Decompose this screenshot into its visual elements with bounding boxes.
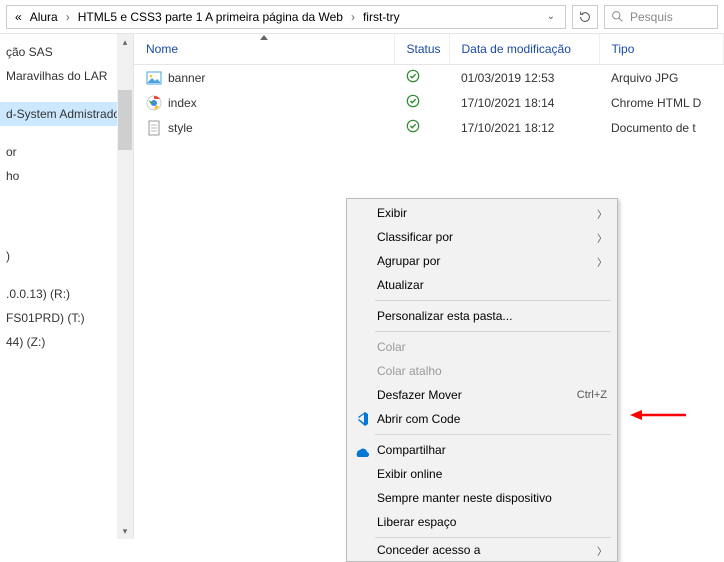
scroll-thumb[interactable] <box>118 90 132 150</box>
menu-shortcut: Ctrl+Z <box>577 389 607 401</box>
menu-item-label: Exibir online <box>377 467 442 481</box>
menu-item-label: Abrir com Code <box>377 412 460 426</box>
breadcrumb-prefix: « <box>13 10 24 24</box>
sidebar-item[interactable]: 44) (Z:) <box>0 330 117 354</box>
menu-item[interactable]: Liberar espaço <box>347 510 617 534</box>
menu-item-label: Colar <box>377 340 406 354</box>
file-date: 01/03/2019 12:53 <box>449 65 599 91</box>
file-name: style <box>168 121 193 135</box>
refresh-button[interactable] <box>572 5 598 29</box>
scrollbar[interactable]: ▴ ▾ <box>117 34 133 539</box>
menu-item[interactable]: Conceder acesso a 〉 <box>347 541 617 559</box>
menu-item[interactable]: Sempre manter neste dispositivo <box>347 486 617 510</box>
file-date: 17/10/2021 18:12 <box>449 115 599 140</box>
column-header-status[interactable]: Status <box>394 34 449 65</box>
menu-item[interactable]: Desfazer Mover Ctrl+Z <box>347 383 617 407</box>
menu-separator <box>375 300 611 301</box>
file-type: Documento de t <box>599 115 724 140</box>
chevron-right-icon: › <box>64 10 72 24</box>
sidebar-item[interactable]: FS01PRD) (T:) <box>0 306 117 330</box>
sidebar-item[interactable]: ) <box>0 244 117 268</box>
chevron-right-icon: 〉 <box>597 230 607 245</box>
menu-separator <box>375 434 611 435</box>
file-icon <box>146 95 162 111</box>
menu-item-label: Classificar por <box>377 230 453 244</box>
table-row[interactable]: banner 01/03/2019 12:53Arquivo JPG <box>134 65 724 91</box>
file-icon <box>146 70 162 86</box>
menu-item[interactable]: Personalizar esta pasta... <box>347 304 617 328</box>
navigation-pane: ção SASMaravilhas do LAR d-System Admistr… <box>0 34 134 539</box>
sidebar-item[interactable]: .0.0.13) (R:) <box>0 282 117 306</box>
breadcrumb-segment[interactable]: HTML5 e CSS3 parte 1 A primeira página d… <box>76 10 345 24</box>
menu-item-label: Colar atalho <box>377 364 442 378</box>
menu-item-label: Agrupar por <box>377 254 440 268</box>
address-toolbar: « Alura › HTML5 e CSS3 parte 1 A primeir… <box>0 0 724 34</box>
refresh-icon <box>578 10 592 24</box>
status-ok-icon <box>406 122 420 136</box>
file-name: index <box>168 96 197 110</box>
menu-item-label: Atualizar <box>377 278 424 292</box>
sidebar-item[interactable]: d-System Admistrador <box>0 102 117 126</box>
breadcrumb-segment[interactable]: Alura <box>28 10 60 24</box>
menu-item-label: Conceder acesso a <box>377 543 480 557</box>
annotation-arrow <box>628 400 688 433</box>
menu-item[interactable]: Abrir com Code <box>347 407 617 431</box>
menu-item-label: Liberar espaço <box>377 515 456 529</box>
chevron-right-icon: 〉 <box>597 206 607 221</box>
column-header-type[interactable]: Tipo <box>599 34 724 65</box>
column-header-name[interactable]: Nome <box>134 34 394 65</box>
file-type: Chrome HTML D <box>599 90 724 115</box>
menu-item-label: Desfazer Mover <box>377 388 462 402</box>
search-input[interactable]: Pesquis <box>604 5 718 29</box>
sidebar-item[interactable]: or <box>0 140 117 164</box>
menu-separator <box>375 331 611 332</box>
status-ok-icon <box>406 97 420 111</box>
sidebar-item[interactable]: Maravilhas do LAR <box>0 64 117 88</box>
menu-separator <box>375 537 611 538</box>
chevron-right-icon: › <box>349 10 357 24</box>
menu-item[interactable]: Classificar por 〉 <box>347 225 617 249</box>
file-icon <box>146 120 162 136</box>
status-ok-icon <box>406 72 420 86</box>
menu-item[interactable]: Exibir online <box>347 462 617 486</box>
menu-item-label: Sempre manter neste dispositivo <box>377 491 552 505</box>
menu-item: Colar <box>347 335 617 359</box>
column-header-modified[interactable]: Data de modificação <box>449 34 599 65</box>
menu-item[interactable]: Compartilhar <box>347 438 617 462</box>
search-icon <box>611 10 624 23</box>
scroll-down-icon[interactable]: ▾ <box>117 523 133 539</box>
chevron-down-icon[interactable]: ⌄ <box>543 11 559 22</box>
file-date: 17/10/2021 18:14 <box>449 90 599 115</box>
table-row[interactable]: style 17/10/2021 18:12Documento de t <box>134 115 724 140</box>
menu-item: Colar atalho <box>347 359 617 383</box>
file-type: Arquivo JPG <box>599 65 724 91</box>
menu-item[interactable]: Agrupar por 〉 <box>347 249 617 273</box>
file-name: banner <box>168 71 205 85</box>
scroll-up-icon[interactable]: ▴ <box>117 34 133 50</box>
menu-item-label: Exibir <box>377 206 407 220</box>
menu-item-label: Personalizar esta pasta... <box>377 309 512 323</box>
context-menu: Exibir 〉 Classificar por 〉 Agrupar por 〉 Atual… <box>346 198 618 562</box>
search-placeholder: Pesquis <box>630 10 673 24</box>
sidebar-item[interactable]: ção SAS <box>0 40 117 64</box>
chevron-right-icon: 〉 <box>597 254 607 269</box>
sidebar-item[interactable]: ho <box>0 164 117 188</box>
breadcrumb[interactable]: « Alura › HTML5 e CSS3 parte 1 A primeir… <box>6 5 566 29</box>
chevron-right-icon: 〉 <box>597 543 607 558</box>
table-row[interactable]: index 17/10/2021 18:14Chrome HTML D <box>134 90 724 115</box>
menu-item-label: Compartilhar <box>377 443 446 457</box>
menu-item[interactable]: Exibir 〉 <box>347 201 617 225</box>
vscode-icon <box>353 411 369 427</box>
onedrive-icon <box>353 442 369 458</box>
menu-item[interactable]: Atualizar <box>347 273 617 297</box>
breadcrumb-segment[interactable]: first-try <box>361 10 402 24</box>
